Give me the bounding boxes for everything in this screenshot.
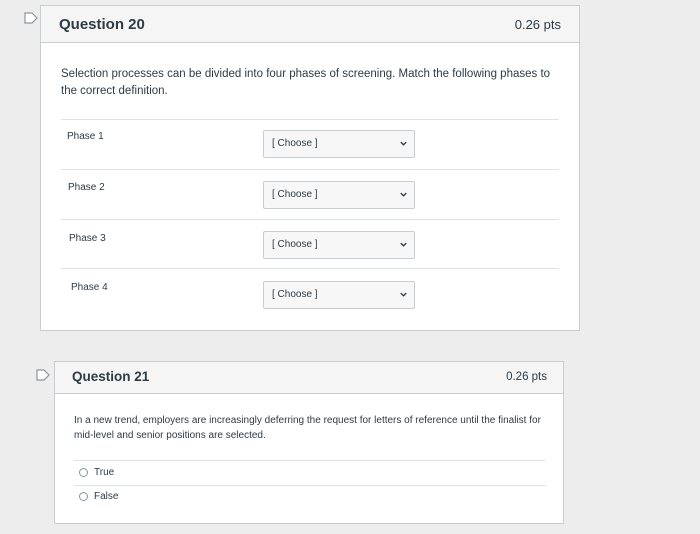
select-value: [ Choose ] xyxy=(272,189,318,200)
question-20-card: Question 20 0.26 pts Selection processes… xyxy=(40,5,580,331)
question-text: Selection processes can be divided into … xyxy=(61,68,551,97)
phase-2-select[interactable]: [ Choose ] xyxy=(263,181,415,209)
question-title: Question 21 xyxy=(72,369,150,384)
question-title: Question 20 xyxy=(59,16,145,33)
flag-icon[interactable] xyxy=(36,369,50,381)
question-points: 0.26 pts xyxy=(506,371,547,383)
radio-button[interactable] xyxy=(79,492,88,501)
divider xyxy=(61,119,559,120)
divider xyxy=(61,169,559,170)
phase-3-select[interactable]: [ Choose ] xyxy=(263,231,415,259)
phase-4-label: Phase 4 xyxy=(71,282,108,293)
chevron-down-icon xyxy=(400,192,407,197)
phase-1-label: Phase 1 xyxy=(67,131,104,142)
answer-label: False xyxy=(94,491,119,502)
phase-1-select[interactable]: [ Choose ] xyxy=(263,130,415,158)
question-text: In a new trend, employers are increasing… xyxy=(74,415,541,441)
answer-false[interactable]: False xyxy=(79,491,118,502)
chevron-down-icon xyxy=(400,141,407,146)
divider xyxy=(74,485,546,486)
radio-button[interactable] xyxy=(79,468,88,477)
divider xyxy=(74,460,546,461)
select-value: [ Choose ] xyxy=(272,239,318,250)
answer-true[interactable]: True xyxy=(79,467,114,478)
phase-2-label: Phase 2 xyxy=(68,182,105,193)
chevron-down-icon xyxy=(400,242,407,247)
answer-label: True xyxy=(94,467,115,478)
flag-icon[interactable] xyxy=(24,12,38,24)
chevron-down-icon xyxy=(400,292,407,297)
question-21-card: Question 21 0.26 pts In a new trend, emp… xyxy=(54,361,564,524)
select-value: [ Choose ] xyxy=(272,289,318,300)
question-20-header: Question 20 0.26 pts xyxy=(41,6,579,43)
question-21-header: Question 21 0.26 pts xyxy=(55,362,563,394)
select-value: [ Choose ] xyxy=(272,138,318,149)
divider xyxy=(61,268,559,269)
phase-3-label: Phase 3 xyxy=(69,233,106,244)
question-points: 0.26 pts xyxy=(514,17,561,32)
divider xyxy=(61,219,559,220)
phase-4-select[interactable]: [ Choose ] xyxy=(263,281,415,309)
